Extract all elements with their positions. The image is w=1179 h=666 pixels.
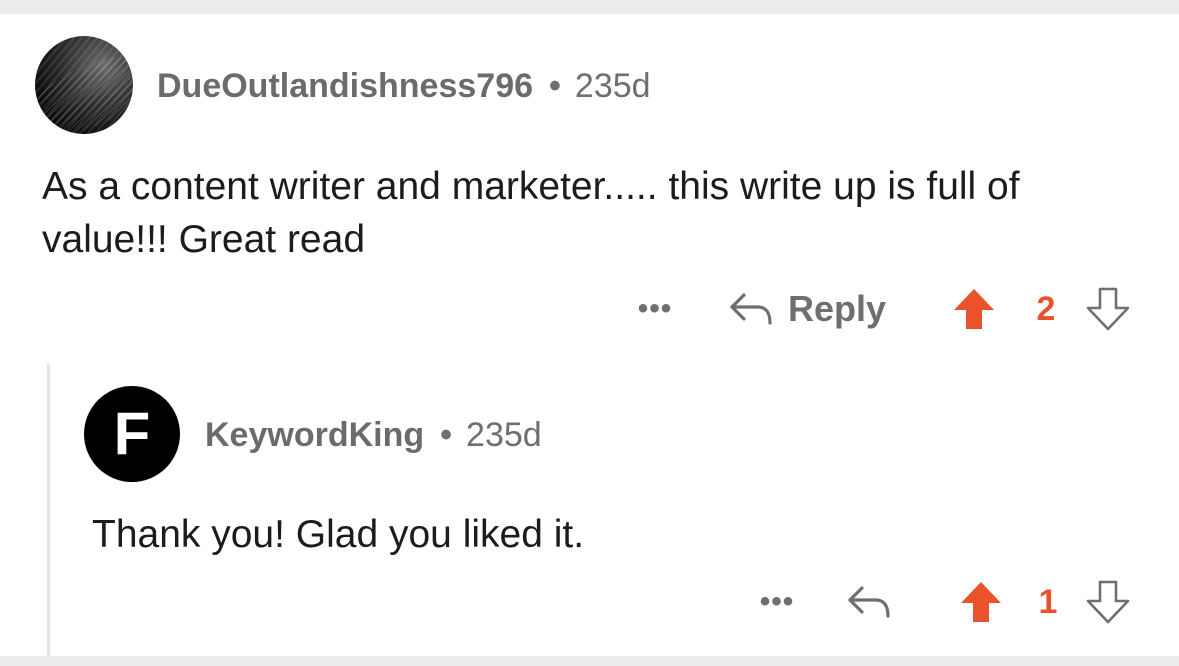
more-dots-icon: ••• [637,292,673,325]
reply-label: Reply [788,288,887,329]
avatar[interactable] [35,36,133,134]
reply-arrow-icon [730,293,772,325]
reply-arrow-icon [848,586,890,618]
meta-separator: • [440,415,453,454]
reply-button[interactable] [846,576,906,628]
comment-actions: ••• 1 [0,576,1179,628]
more-options-button[interactable]: ••• [630,283,680,335]
comment-meta: KeywordKing • 235d [205,413,542,457]
avatar-letter: F [113,400,151,467]
comment-actions: ••• Reply 2 [0,283,1179,335]
more-options-button[interactable]: ••• [752,576,802,628]
vote-score: 2 [1036,289,1056,328]
arrow-down-icon [1086,580,1130,624]
reply-button[interactable]: Reply [728,283,886,335]
arrow-down-icon [1086,287,1130,331]
top-divider [0,0,1179,14]
comment-meta: DueOutlandishness796 • 235d [157,64,651,108]
comment-body: As a content writer and marketer..... th… [42,165,1020,261]
arrow-up-icon [961,582,1001,622]
vote-score: 1 [1038,582,1058,621]
arrow-up-icon [954,289,994,329]
upvote-button[interactable] [955,576,1007,628]
comment-body: Thank you! Glad you liked it. [92,513,585,556]
downvote-button[interactable] [1082,576,1134,628]
author-name[interactable]: DueOutlandishness796 [157,67,533,106]
author-name[interactable]: KeywordKing [205,416,424,455]
upvote-button[interactable] [948,283,1000,335]
comment-age: 235d [574,66,651,105]
downvote-button[interactable] [1082,283,1134,335]
avatar[interactable]: F [84,386,180,482]
meta-separator: • [549,66,561,105]
bottom-divider [0,656,1179,666]
comment-age: 235d [466,415,542,454]
more-dots-icon: ••• [759,585,795,618]
